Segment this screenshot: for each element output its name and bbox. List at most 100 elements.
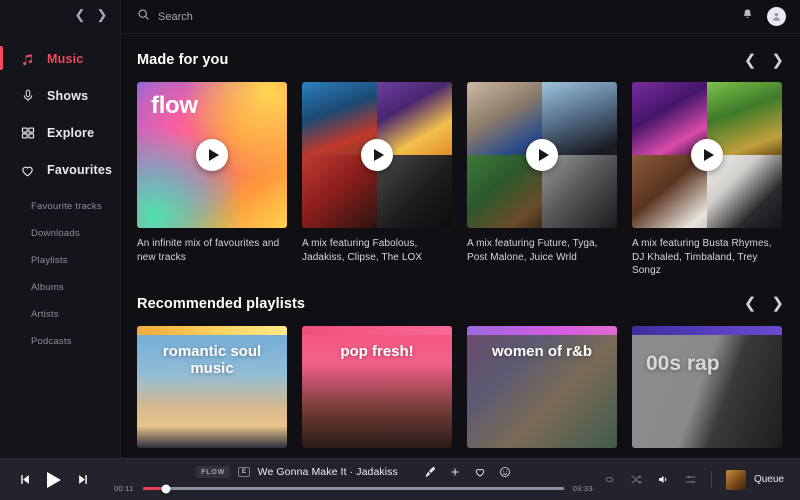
playlist-artwork: romantic soul music [137, 325, 287, 448]
card-mix-4[interactable]: A mix featuring Busta Rhymes, DJ Khaled,… [632, 82, 782, 278]
sidebar-item-label: Music [47, 52, 84, 66]
section-title: Made for you [137, 52, 229, 68]
card-artwork [467, 82, 617, 228]
section-header-recommended-playlists: Recommended playlists ❮ ❯ [137, 278, 784, 326]
microphone-icon [19, 88, 36, 105]
playlist-artwork: pop fresh! [302, 325, 452, 448]
play-icon[interactable] [361, 139, 393, 171]
playlist-title: pop fresh! [340, 342, 414, 360]
sidebar-item-albums[interactable]: Albums [0, 277, 120, 297]
card-artwork [302, 82, 452, 228]
repeat-icon[interactable] [603, 473, 616, 486]
progress-row: 00:11 03:33 [114, 484, 593, 493]
now-playing: FLOW E We Gonna Make It · Jadakiss 00:11… [90, 466, 603, 493]
playlist-card-00s-rap[interactable]: 00s rap [632, 325, 782, 448]
sidebar-item-shows[interactable]: Shows [0, 81, 120, 111]
progress-slider[interactable] [143, 484, 564, 493]
playlist-artwork: 00s rap [632, 325, 782, 448]
play-icon[interactable] [526, 139, 558, 171]
back-chevron-left-icon[interactable]: ❮ [73, 7, 87, 21]
card-mix-2[interactable]: A mix featuring Fabolous, Jadakiss, Clip… [302, 82, 452, 278]
heart-icon [19, 162, 36, 179]
plus-add-icon[interactable] [449, 466, 461, 478]
carousel-controls: ❮ ❯ [744, 296, 784, 311]
track-title: We Gonna Make It · Jadakiss [257, 466, 398, 478]
playlist-top-strip [467, 325, 617, 335]
search-input[interactable] [158, 10, 418, 23]
search-icon [137, 8, 150, 26]
carousel-prev-chevron-left-icon[interactable]: ❮ [744, 53, 757, 68]
playlist-card-pop-fresh[interactable]: pop fresh! [302, 325, 452, 448]
playlist-title: romantic soul music [162, 342, 262, 378]
smiley-reaction-icon[interactable] [499, 466, 511, 478]
avatar[interactable] [767, 7, 786, 26]
sidebar-item-podcasts[interactable]: Podcasts [0, 331, 120, 351]
playlist-title: women of r&b [492, 342, 592, 360]
transport-controls [0, 471, 90, 488]
card-caption: A mix featuring Future, Tyga, Post Malon… [467, 238, 598, 263]
search-bar[interactable] [137, 8, 741, 26]
music-note-icon [19, 51, 36, 68]
card-caption: A mix featuring Fabolous, Jadakiss, Clip… [302, 238, 423, 263]
section-header-made-for-you: Made for you ❮ ❯ [137, 34, 784, 82]
content-scroll: Made for you ❮ ❯ flow An infinite mix of… [121, 34, 800, 458]
sidebar-item-playlists[interactable]: Playlists [0, 250, 120, 270]
playlist-top-strip [632, 325, 782, 335]
volume-icon[interactable] [657, 473, 670, 486]
playlist-top-strip [302, 325, 452, 335]
playlist-artwork: women of r&b [467, 325, 617, 448]
track-actions [424, 466, 511, 478]
sidebar: ❮ ❯ Music Shows Explore Favourites Favou… [0, 0, 121, 458]
source-badge: FLOW [196, 466, 231, 478]
recommended-playlists-row: romantic soul music pop fresh! women of … [137, 325, 784, 448]
topbar-actions [741, 7, 786, 26]
queue-button[interactable]: Queue [725, 469, 784, 490]
sidebar-item-explore[interactable]: Explore [0, 118, 120, 148]
sidebar-item-favourites[interactable]: Favourites [0, 155, 120, 185]
bell-icon[interactable] [741, 8, 754, 26]
card-artwork: flow [137, 82, 287, 228]
sidebar-item-music[interactable]: Music [0, 44, 120, 74]
section-title: Recommended playlists [137, 295, 306, 312]
track-info-line: FLOW E We Gonna Make It · Jadakiss [114, 466, 593, 478]
sidebar-primary-nav: Music Shows Explore Favourites [0, 44, 120, 185]
card-mix-3[interactable]: A mix featuring Future, Tyga, Post Malon… [467, 82, 617, 278]
play-icon[interactable] [691, 139, 723, 171]
carousel-next-chevron-right-icon[interactable]: ❯ [771, 53, 784, 68]
previous-track-icon[interactable] [18, 473, 31, 486]
card-artwork [632, 82, 782, 228]
shuffle-icon[interactable] [630, 473, 643, 486]
next-track-icon[interactable] [77, 473, 90, 486]
grid-icon [19, 125, 36, 142]
card-caption: An infinite mix of favourites and new tr… [137, 238, 280, 263]
made-for-you-row: flow An infinite mix of favourites and n… [137, 82, 784, 278]
queue-label: Queue [753, 474, 784, 485]
playlist-card-women-of-rnb[interactable]: women of r&b [467, 325, 617, 448]
carousel-prev-chevron-left-icon[interactable]: ❮ [744, 296, 757, 311]
play-icon[interactable] [47, 471, 61, 488]
playlist-top-strip [137, 325, 287, 335]
sidebar-item-label: Favourites [47, 163, 113, 177]
carousel-controls: ❮ ❯ [744, 53, 784, 68]
playlist-title: 00s rap [646, 351, 720, 375]
player-bar: FLOW E We Gonna Make It · Jadakiss 00:11… [0, 458, 800, 500]
flow-wordmark: flow [151, 92, 198, 119]
play-icon[interactable] [196, 139, 228, 171]
card-flow[interactable]: flow An infinite mix of favourites and n… [137, 82, 287, 278]
main-area: Made for you ❮ ❯ flow An infinite mix of… [121, 0, 800, 458]
sidebar-item-favourite-tracks[interactable]: Favourite tracks [0, 196, 120, 216]
sidebar-item-label: Shows [47, 89, 89, 103]
forward-chevron-right-icon[interactable]: ❯ [95, 7, 109, 21]
history-nav: ❮ ❯ [0, 0, 120, 28]
microphone-lyrics-icon[interactable] [424, 466, 436, 478]
playlist-card-romantic-soul-music[interactable]: romantic soul music [137, 325, 287, 448]
sidebar-secondary-nav: Favourite tracks Downloads Playlists Alb… [0, 196, 120, 351]
carousel-next-chevron-right-icon[interactable]: ❯ [771, 296, 784, 311]
sidebar-item-downloads[interactable]: Downloads [0, 223, 120, 243]
app-root: ❮ ❯ Music Shows Explore Favourites Favou… [0, 0, 800, 500]
heart-icon[interactable] [474, 466, 486, 478]
sidebar-item-artists[interactable]: Artists [0, 304, 120, 324]
card-caption: A mix featuring Busta Rhymes, DJ Khaled,… [632, 238, 772, 276]
equalizer-icon[interactable] [684, 473, 697, 486]
progress-knob[interactable] [161, 484, 171, 493]
